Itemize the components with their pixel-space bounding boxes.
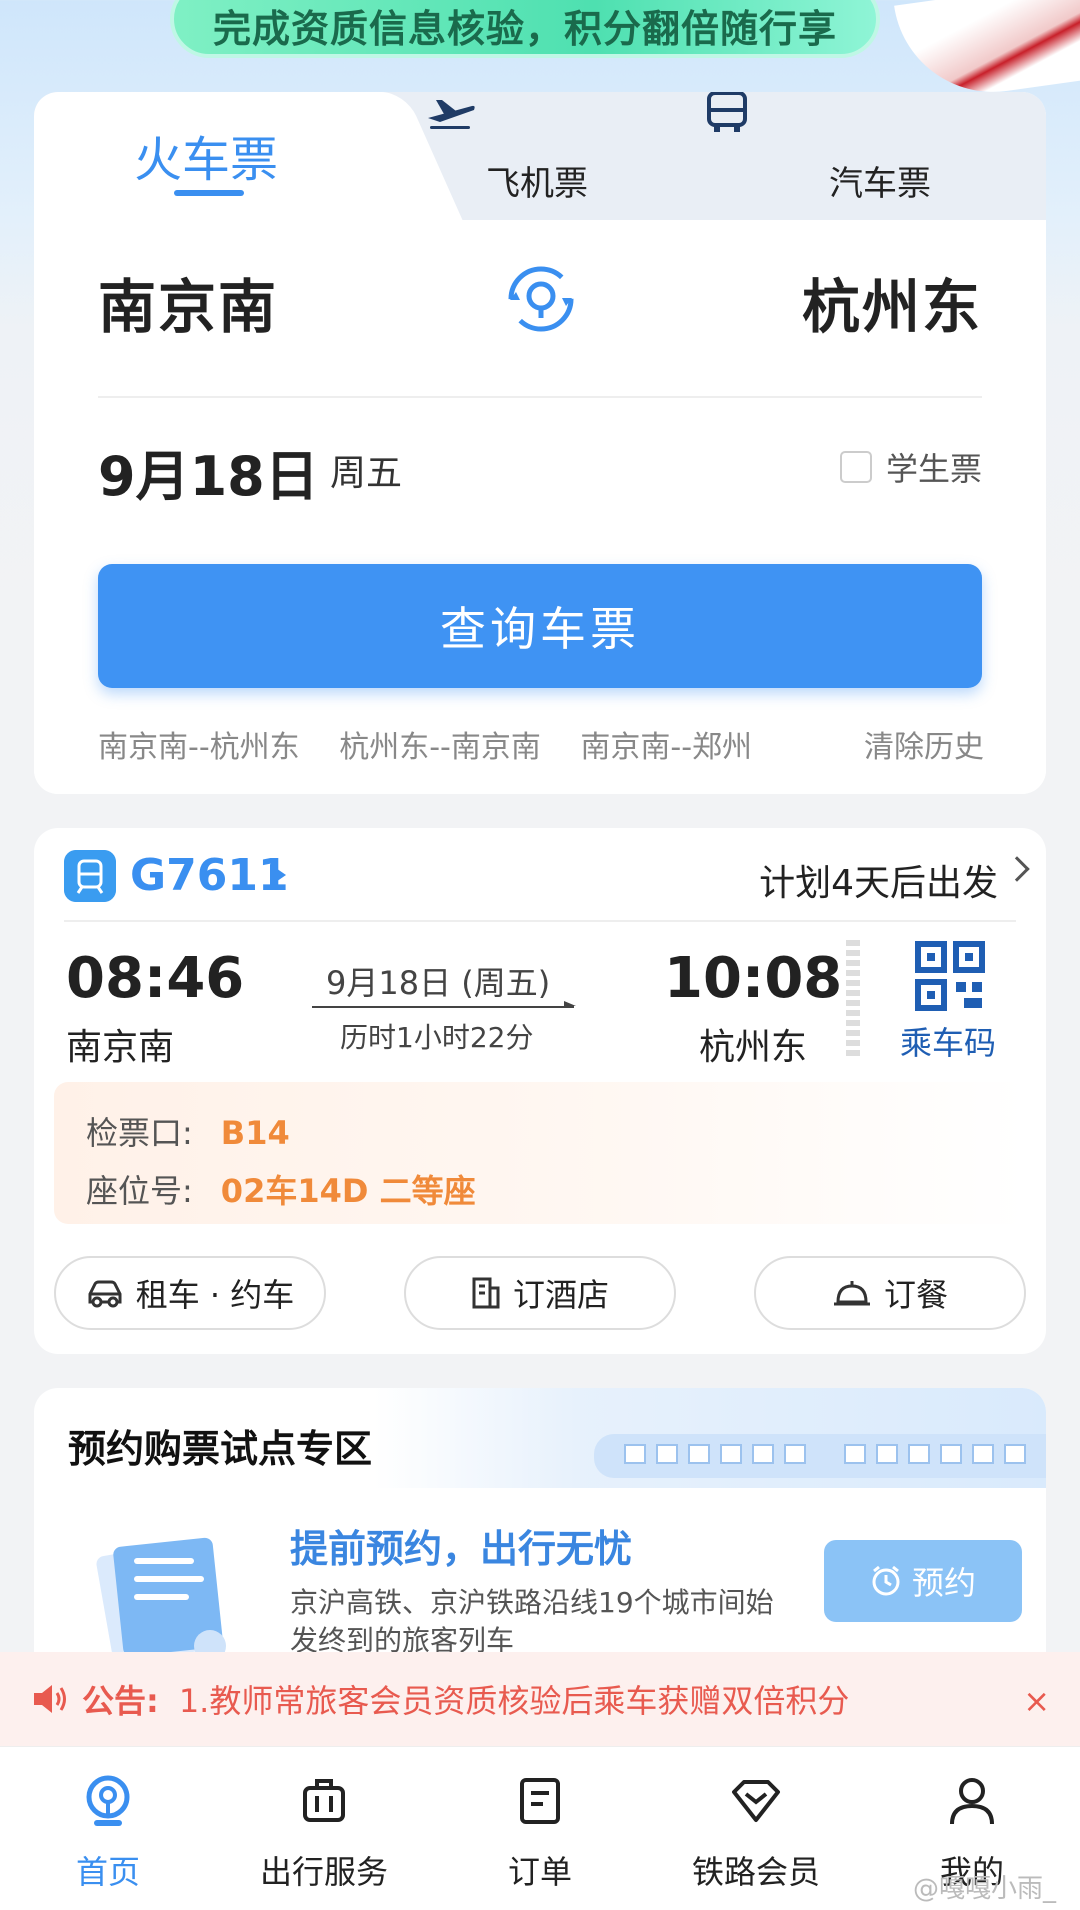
gate-label: 检票口:	[86, 1114, 193, 1152]
nav-label: 铁路会员	[691, 1853, 820, 1891]
banner-text: 完成资质信息核验，积分翻倍随行享	[212, 6, 837, 51]
gate-row: 检票口: B14	[86, 1108, 290, 1154]
chevron-right-icon	[1004, 856, 1030, 882]
order-icon	[520, 1778, 560, 1824]
bus-icon	[707, 92, 747, 132]
pilot-section-title: 预约购票试点专区	[68, 1427, 373, 1471]
promo-banner[interactable]: 完成资质信息核验，积分翻倍随行享	[170, 0, 880, 58]
search-tickets-button[interactable]: 查询车票	[98, 564, 982, 688]
plane-icon	[428, 100, 475, 129]
ticket-perforation	[846, 940, 860, 1060]
departure-station: 南京南	[66, 1027, 175, 1068]
nav-label: 订单	[507, 1853, 572, 1891]
watermark: @嘎嘎小雨_	[912, 1874, 1056, 1904]
divider	[64, 920, 1016, 922]
diamond-icon	[732, 1780, 780, 1822]
notice-text[interactable]: 1.教师常旅客会员资质核验后乘车获赠双倍积分	[179, 1676, 959, 1722]
departure-date[interactable]: 9月18日	[98, 432, 319, 511]
notice-label: 公告:	[82, 1682, 159, 1720]
student-checkbox[interactable]	[839, 451, 872, 483]
train-icon	[64, 850, 116, 902]
nav-orders[interactable]: 订单	[432, 1769, 648, 1893]
departure-weekday: 周五	[330, 453, 403, 494]
nav-travel-services[interactable]: 出行服务	[216, 1769, 432, 1893]
divider	[98, 396, 982, 398]
swap-stations-icon[interactable]	[504, 262, 578, 336]
qr-code-icon[interactable]	[914, 940, 986, 1012]
upcoming-trip-card[interactable]: G7611 计划4天后出发 08:46 南京南 9月18日 (周五) 历时1小时…	[34, 828, 1046, 1354]
notice-bar[interactable]: 公告: 1.教师常旅客会员资质核验后乘车获赠双倍积分 ×	[0, 1652, 1080, 1746]
travel-date: 9月18日 (周五)	[326, 964, 551, 1002]
promo-description: 京沪高铁、京沪铁路沿线19个城市间始发终到的旅客列车	[290, 1586, 774, 1657]
to-station[interactable]: 杭州东	[802, 260, 982, 344]
hotel-label: 订酒店	[512, 1276, 609, 1314]
home-icon	[86, 1775, 130, 1826]
reserve-label: 预约	[911, 1564, 976, 1602]
tab-bus-ticket[interactable]: 汽车票	[829, 156, 931, 205]
tab-train-ticket[interactable]: 火车票	[134, 120, 278, 190]
booking-card: 火车票 飞机票 汽车票 南京南 杭州东 9月18日 周五 学生票 查询车票 南京…	[34, 92, 1046, 794]
train-decoration	[594, 1434, 1046, 1478]
play-icon	[270, 864, 286, 886]
from-station[interactable]: 南京南	[98, 260, 278, 344]
car-rental-button[interactable]: 租车 · 约车	[54, 1256, 326, 1330]
seat-row: 座位号: 02车14D 二等座	[86, 1166, 476, 1212]
history-item[interactable]: 杭州东--南京南	[339, 730, 541, 765]
nav-label: 首页	[75, 1853, 140, 1891]
food-cloche-icon	[833, 1281, 870, 1306]
meal-button[interactable]: 订餐	[754, 1256, 1026, 1330]
clear-history-button[interactable]: 清除历史	[854, 722, 984, 766]
nav-home[interactable]: 首页	[0, 1769, 216, 1893]
route-arrow	[312, 1001, 576, 1008]
reserve-button[interactable]: 预约	[824, 1540, 1022, 1622]
gate-value: B14	[220, 1114, 290, 1152]
tab-active-indicator	[174, 190, 244, 196]
seat-label: 座位号:	[86, 1172, 193, 1210]
nav-label: 出行服务	[259, 1853, 388, 1891]
car-icon	[88, 1280, 122, 1308]
promo-title: 提前预约，出行无忧	[290, 1527, 633, 1571]
tab-flight-ticket[interactable]: 飞机票	[486, 156, 588, 205]
documents-icon	[96, 1537, 226, 1665]
arrival-station: 杭州东	[699, 1027, 808, 1068]
speaker-icon	[34, 1685, 66, 1713]
nav-membership[interactable]: 铁路会员	[648, 1769, 864, 1893]
departure-countdown[interactable]: 计划4天后出发	[759, 854, 998, 906]
meal-label: 订餐	[883, 1276, 948, 1314]
departure-time: 08:46	[66, 946, 245, 1011]
search-history: 南京南--杭州东 杭州东--南京南 南京南--郑州 清除历史	[98, 722, 998, 766]
seat-value: 02车14D 二等座	[220, 1172, 476, 1210]
ticket-info-box: 检票口: B14 座位号: 02车14D 二等座	[54, 1082, 1026, 1224]
qr-code-label[interactable]: 乘车码	[900, 1018, 996, 1064]
user-icon	[950, 1778, 994, 1825]
close-icon[interactable]: ×	[1023, 1682, 1050, 1720]
hotel-button[interactable]: 订酒店	[404, 1256, 676, 1330]
arrival-time: 10:08	[664, 946, 843, 1011]
history-item[interactable]: 南京南--杭州东	[98, 730, 300, 765]
car-rental-label: 租车 · 约车	[135, 1276, 295, 1314]
luggage-icon	[303, 1779, 345, 1822]
alarm-clock-icon	[872, 1565, 900, 1596]
travel-duration: 历时1小时22分	[340, 1021, 534, 1054]
history-item[interactable]: 南京南--郑州	[580, 730, 752, 765]
hotel-icon	[472, 1277, 500, 1309]
student-label: 学生票	[885, 450, 982, 488]
reservation-pilot-card: 预约购票试点专区 提前预约，出行无忧 京沪高铁、京沪铁路沿线19个城市间始发终到…	[34, 1388, 1046, 1688]
train-illustration	[894, 0, 1080, 105]
student-ticket-toggle[interactable]: 学生票	[839, 444, 982, 490]
train-number[interactable]: G7611	[130, 850, 289, 901]
